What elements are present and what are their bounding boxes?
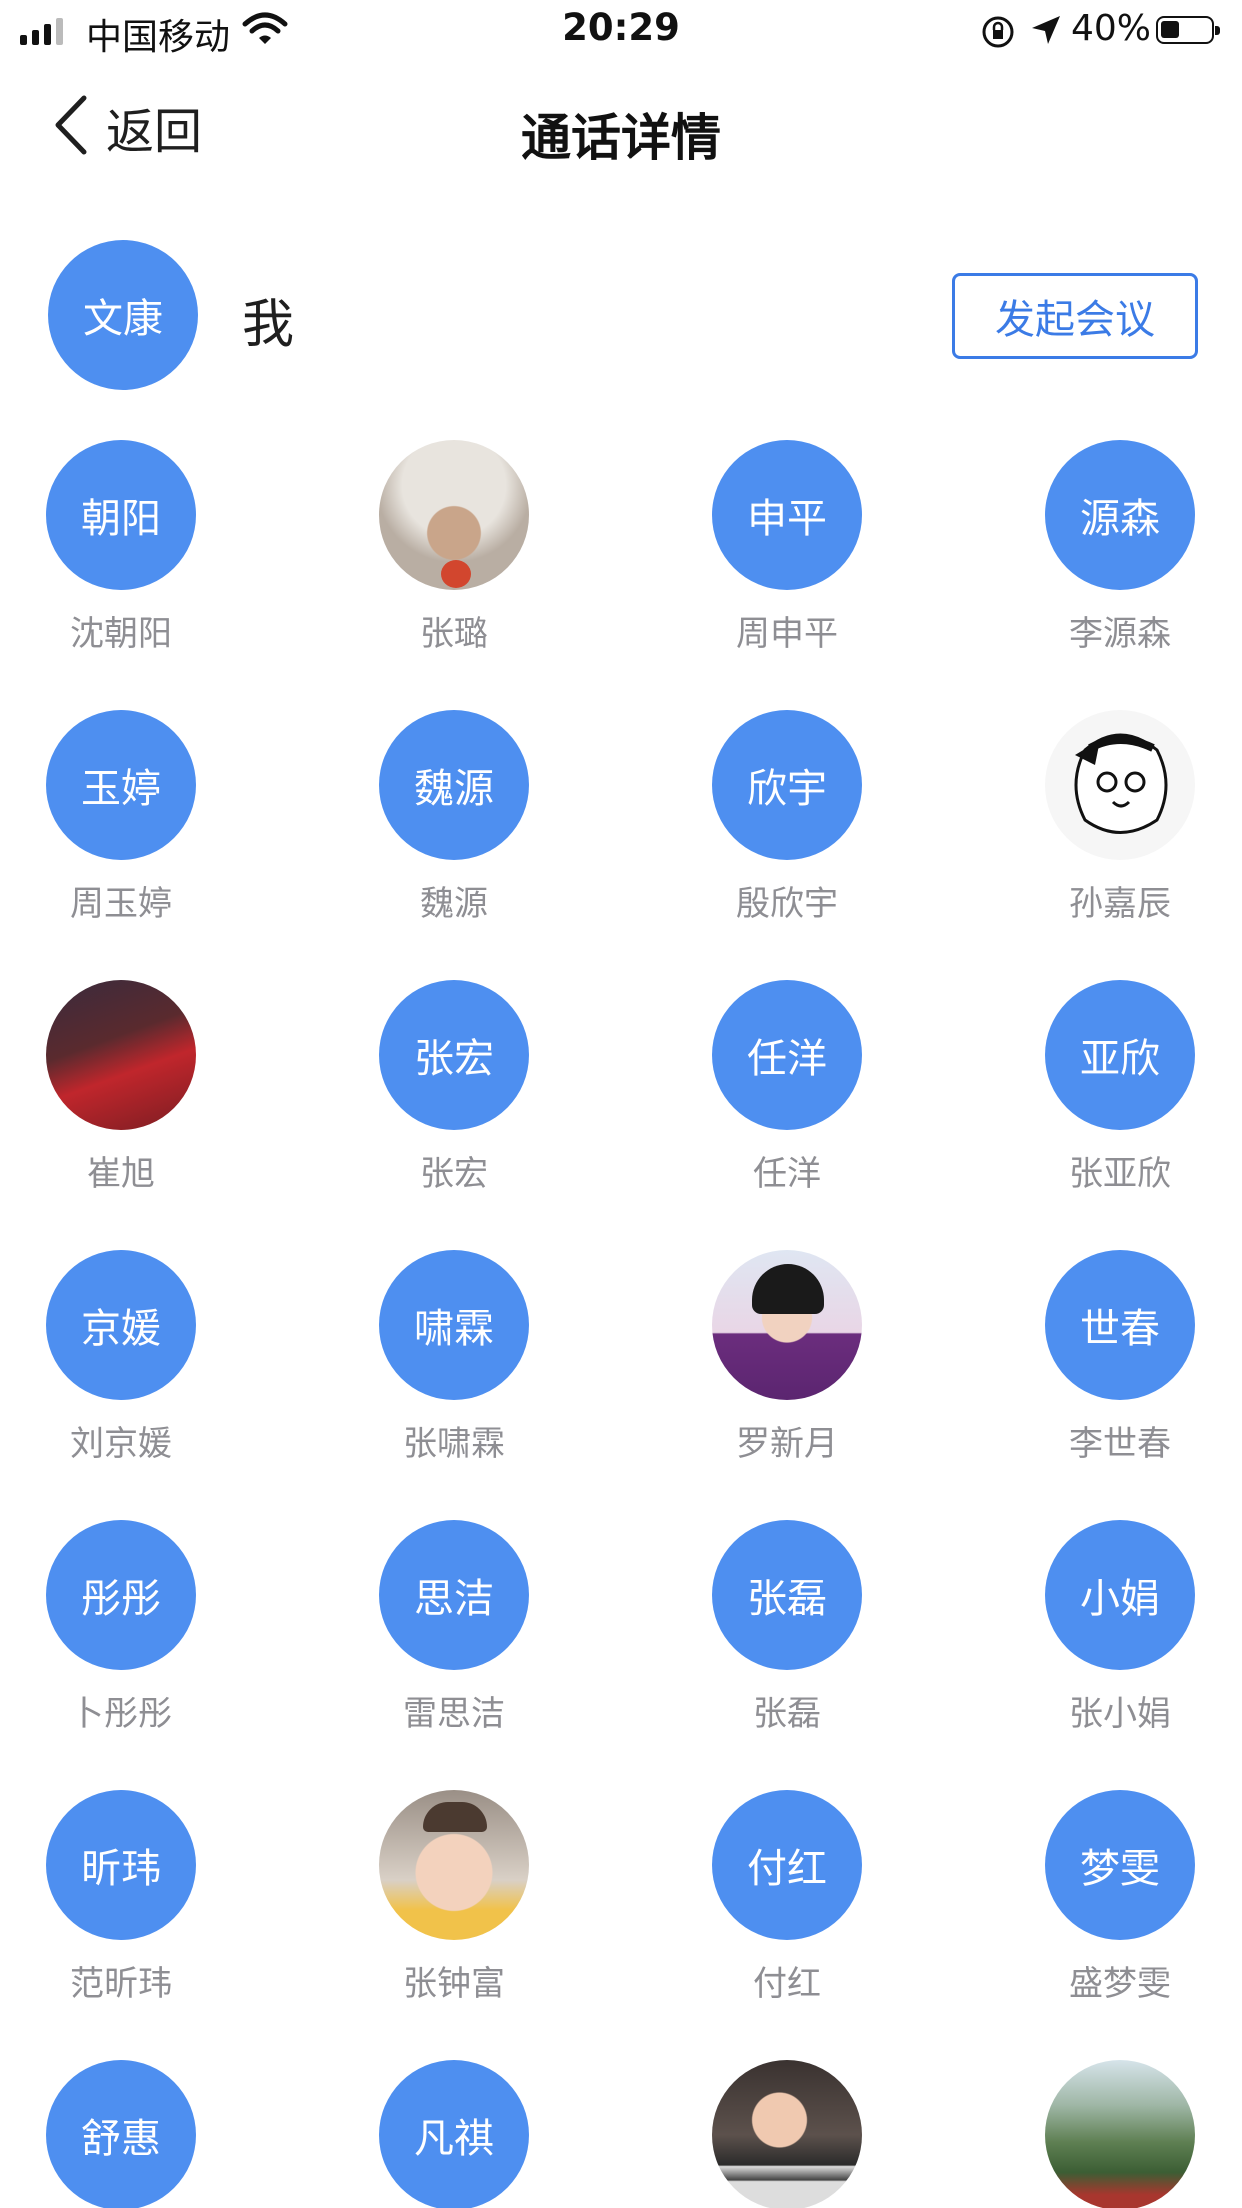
member-item[interactable]: 崔旭 — [0, 980, 288, 1196]
member-name: 魏源 — [420, 884, 488, 924]
football-photo — [46, 980, 196, 1130]
garden-photo — [1045, 2060, 1195, 2208]
member-item[interactable]: 魏源 魏源 — [287, 710, 621, 926]
member-item[interactable]: 啸霖 张啸霖 — [287, 1250, 621, 1466]
member-name: 张小娟 — [1069, 1694, 1171, 1734]
member-name: 范昕玮 — [70, 1964, 172, 2004]
member-avatar: 彤彤 — [46, 1520, 196, 1670]
member-name: 沈朝阳 — [70, 614, 172, 654]
member-avatar: 欣宇 — [712, 710, 862, 860]
manga-photo — [1045, 710, 1195, 860]
self-avatar[interactable]: 文康 — [48, 240, 198, 390]
member-item[interactable]: 申平 周申平 — [620, 440, 954, 656]
member-avatar: 京媛 — [46, 1250, 196, 1400]
member-avatar: 小娟 — [1045, 1520, 1195, 1670]
member-item[interactable]: 张璐 — [287, 440, 621, 656]
member-item[interactable]: 世春 李世春 — [953, 1250, 1242, 1466]
member-avatar: 魏源 — [379, 710, 529, 860]
member-name: 盛梦雯 — [1069, 1964, 1171, 2004]
member-item[interactable]: 罗新月 — [620, 1250, 954, 1466]
member-item[interactable]: 朝阳 沈朝阳 — [0, 440, 288, 656]
member-item[interactable]: 张钟富 — [287, 1790, 621, 2006]
member-item[interactable]: 亚欣 张亚欣 — [953, 980, 1242, 1196]
member-item[interactable]: 舒惠 — [0, 2060, 288, 2208]
member-item[interactable]: 京媛 刘京媛 — [0, 1250, 288, 1466]
member-avatar: 亚欣 — [1045, 980, 1195, 1130]
member-item[interactable] — [953, 2060, 1242, 2208]
member-item[interactable]: 玉婷 周玉婷 — [0, 710, 288, 926]
member-item[interactable]: 源森 李源森 — [953, 440, 1242, 656]
member-item[interactable] — [620, 2060, 954, 2208]
member-name: 孙嘉辰 — [1069, 884, 1171, 924]
member-name: 殷欣宇 — [736, 884, 838, 924]
member-name: 雷思洁 — [403, 1694, 505, 1734]
member-item[interactable]: 付红 付红 — [620, 1790, 954, 2006]
member-item[interactable]: 小娟 张小娟 — [953, 1520, 1242, 1736]
battery-icon — [1156, 16, 1220, 44]
member-item[interactable]: 张磊 张磊 — [620, 1520, 954, 1736]
member-name: 崔旭 — [87, 1154, 155, 1194]
member-name: 张亚欣 — [1069, 1154, 1171, 1194]
member-item[interactable]: 梦雯 盛梦雯 — [953, 1790, 1242, 2006]
member-avatar: 朝阳 — [46, 440, 196, 590]
member-avatar: 张磊 — [712, 1520, 862, 1670]
battery-percent: 40% — [1071, 8, 1152, 49]
page-title: 通话详情 — [521, 109, 721, 167]
member-avatar: 世春 — [1045, 1250, 1195, 1400]
member-name: 刘京媛 — [70, 1424, 172, 1464]
member-item[interactable]: 昕玮 范昕玮 — [0, 1790, 288, 2006]
member-name: 张璐 — [420, 614, 488, 654]
member-item[interactable]: 任洋 任洋 — [620, 980, 954, 1196]
cat-photo — [379, 440, 529, 590]
member-name: 张钟富 — [403, 1964, 505, 2004]
member-avatar: 昕玮 — [46, 1790, 196, 1940]
rotation-lock-icon — [980, 14, 1016, 54]
member-name: 罗新月 — [736, 1424, 838, 1464]
member-item[interactable]: 凡祺 — [287, 2060, 621, 2208]
member-avatar: 申平 — [712, 440, 862, 590]
member-item[interactable]: 孙嘉辰 — [953, 710, 1242, 926]
boy-photo — [712, 1250, 862, 1400]
location-arrow-icon — [1030, 14, 1062, 50]
member-avatar: 玉婷 — [46, 710, 196, 860]
member-name: 张啸霖 — [403, 1424, 505, 1464]
member-avatar: 思洁 — [379, 1520, 529, 1670]
member-name: 任洋 — [753, 1154, 821, 1194]
member-item[interactable]: 张宏 张宏 — [287, 980, 621, 1196]
members-grid: 朝阳 沈朝阳 张璐 申平 周申平 源森 李源森 玉婷 周玉婷 魏源 魏源 欣宇 殷欣宇 孙嘉辰 崔旭 张宏 张宏… — [0, 440, 1242, 2208]
member-avatar: 凡祺 — [379, 2060, 529, 2208]
member-avatar: 张宏 — [379, 980, 529, 1130]
member-item[interactable]: 彤彤 卜彤彤 — [0, 1520, 288, 1736]
start-meeting-button[interactable]: 发起会议 — [952, 273, 1198, 359]
member-avatar: 源森 — [1045, 440, 1195, 590]
self-name: 我 — [242, 295, 295, 355]
member-avatar: 任洋 — [712, 980, 862, 1130]
member-name: 李世春 — [1069, 1424, 1171, 1464]
member-name: 李源森 — [1069, 614, 1171, 654]
member-item[interactable]: 思洁 雷思洁 — [287, 1520, 621, 1736]
member-name: 张磊 — [753, 1694, 821, 1734]
member-name: 付红 — [753, 1964, 821, 2004]
navigation-bar: 返回 通话详情 — [0, 62, 1242, 192]
status-bar: 中国移动 20:29 40% — [0, 0, 1242, 62]
member-avatar: 付红 — [712, 1790, 862, 1940]
member-name: 张宏 — [420, 1154, 488, 1194]
member-avatar: 梦雯 — [1045, 1790, 1195, 1940]
crying-child-photo — [379, 1790, 529, 1940]
member-name: 卜彤彤 — [70, 1694, 172, 1734]
self-row: 文康 我 发起会议 — [0, 240, 1242, 390]
baby-photo — [712, 2060, 862, 2208]
member-item[interactable]: 欣宇 殷欣宇 — [620, 710, 954, 926]
member-avatar: 啸霖 — [379, 1250, 529, 1400]
member-name: 周申平 — [736, 614, 838, 654]
member-name: 周玉婷 — [70, 884, 172, 924]
member-avatar: 舒惠 — [46, 2060, 196, 2208]
